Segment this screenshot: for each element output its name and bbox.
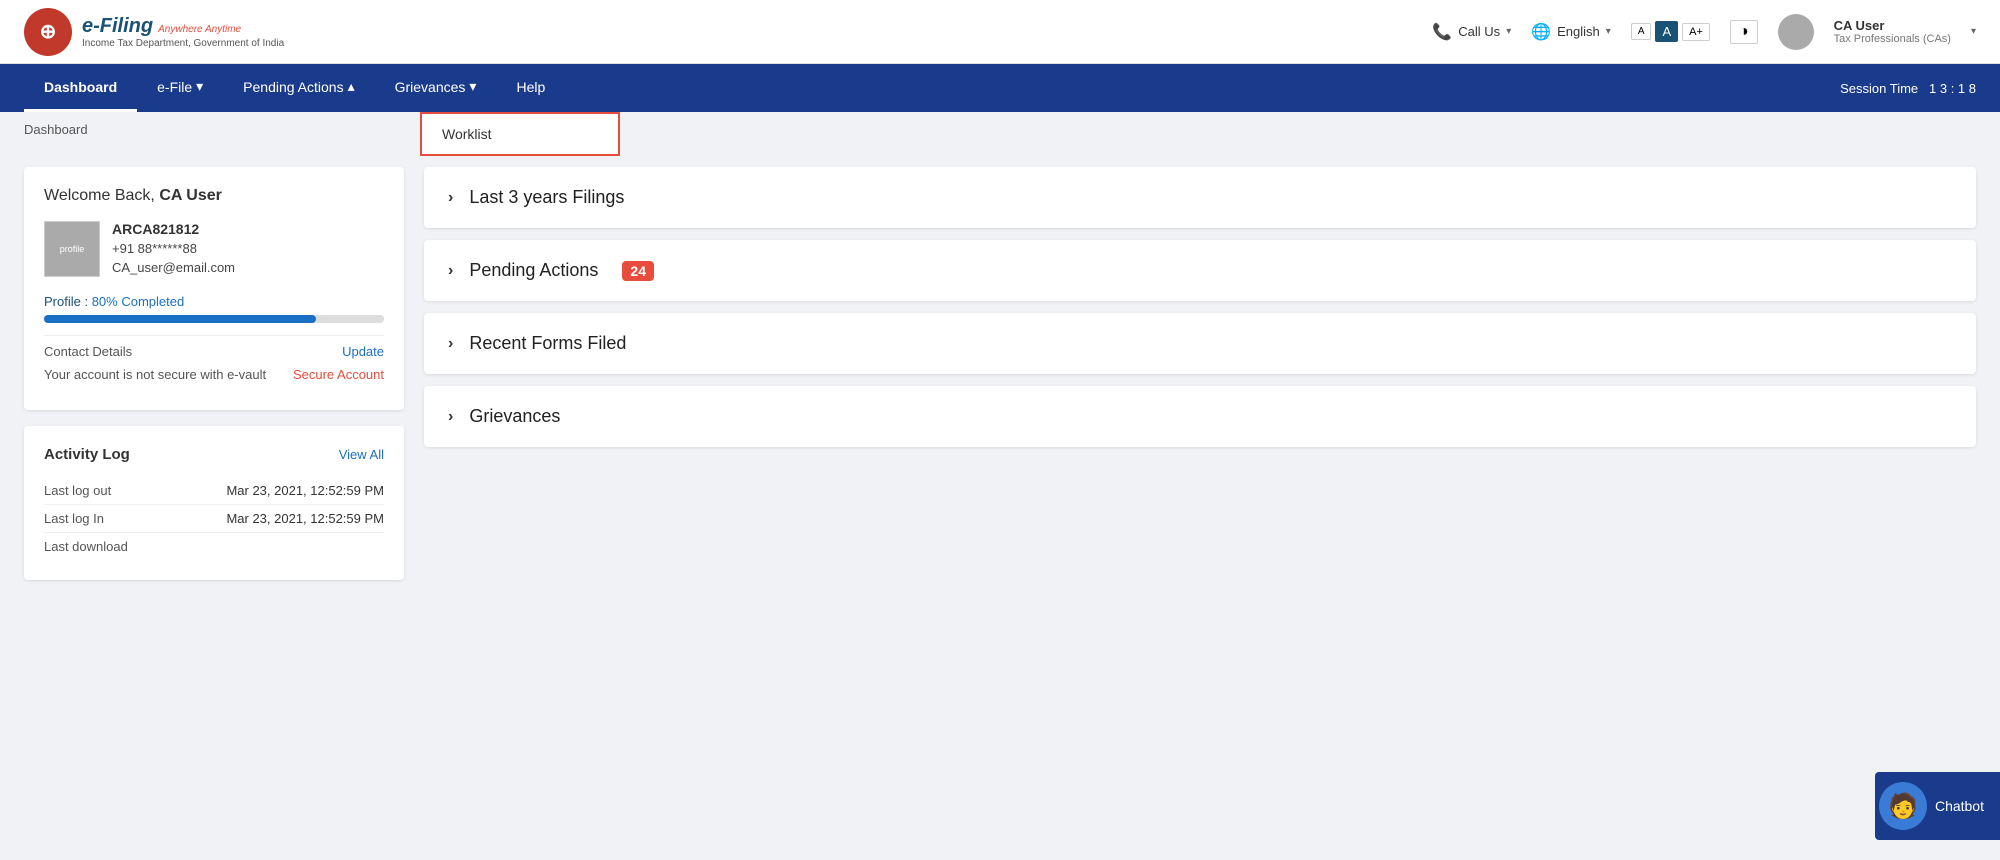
language-chevron: ▾ [1606, 26, 1611, 37]
logo-area: ⊕ e-Filing Anywhere Anytime Income Tax D… [24, 8, 284, 56]
accordion-grievances[interactable]: › Grievances [424, 386, 1976, 447]
accordion-chevron-3: › [448, 408, 453, 426]
top-bar: ⊕ e-Filing Anywhere Anytime Income Tax D… [0, 0, 2000, 64]
secure-account-link[interactable]: Secure Account [293, 367, 384, 382]
welcome-title: Welcome Back, CA User [44, 187, 384, 205]
call-us-chevron: ▾ [1506, 26, 1511, 37]
profile-row: profile ARCA821812 +91 88******88 CA_use… [44, 221, 384, 277]
logo-efiling: e-Filing Anywhere Anytime [82, 15, 284, 38]
view-all-link[interactable]: View All [339, 447, 384, 462]
grievances-chevron: ▾ [469, 78, 476, 95]
activity-row-login: Last log In Mar 23, 2021, 12:52:59 PM [44, 505, 384, 533]
font-controls: A A A+ [1631, 21, 1710, 42]
profile-details: ARCA821812 +91 88******88 CA_user@email.… [112, 221, 235, 275]
logo-subtitle: Income Tax Department, Government of Ind… [82, 38, 284, 49]
nav-left: Dashboard e-File ▾ Pending Actions ▴ Gri… [24, 64, 565, 112]
accordion-last3years[interactable]: › Last 3 years Filings [424, 167, 1976, 228]
accordion-chevron-0: › [448, 189, 453, 207]
efile-chevron: ▾ [196, 78, 203, 95]
language-selector[interactable]: 🌐 English ▾ [1531, 22, 1611, 42]
nav-item-efile[interactable]: e-File ▾ [137, 64, 223, 112]
activity-row-download: Last download [44, 533, 384, 560]
worklist-dropdown[interactable]: Worklist [420, 112, 620, 156]
user-info: CA User Tax Professionals (CAs) [1834, 18, 1951, 45]
nav-item-grievances[interactable]: Grievances ▾ [375, 64, 497, 112]
accordion-chevron-2: › [448, 335, 453, 353]
top-bar-right: 📞 Call Us ▾ 🌐 English ▾ A A A+ ◑ CA User… [1432, 14, 1976, 50]
activity-row-logout: Last log out Mar 23, 2021, 12:52:59 PM [44, 477, 384, 505]
accordion-pending-actions[interactable]: › Pending Actions 24 [424, 240, 1976, 301]
pending-chevron: ▴ [348, 78, 355, 95]
session-time: Session Time 1 3 : 1 8 [1840, 81, 1976, 96]
profile-phone: +91 88******88 [112, 241, 235, 256]
phone-icon: 📞 [1432, 22, 1452, 42]
welcome-card: Welcome Back, CA User profile ARCA821812… [24, 167, 404, 410]
accordion-recent-forms[interactable]: › Recent Forms Filed [424, 313, 1976, 374]
security-row: Your account is not secure with e-vault … [44, 367, 384, 382]
profile-email: CA_user@email.com [112, 260, 235, 275]
progress-bar-fill [44, 315, 316, 323]
call-us-button[interactable]: 📞 Call Us ▾ [1432, 22, 1511, 42]
progress-bar-bg [44, 315, 384, 323]
font-large-button[interactable]: A+ [1682, 23, 1710, 41]
accordion-chevron-1: › [448, 262, 453, 280]
update-link[interactable]: Update [342, 344, 384, 359]
profile-completion: Profile : 80% Completed [44, 293, 384, 323]
activity-header: Activity Log View All [44, 446, 384, 463]
pending-actions-badge: 24 [622, 261, 654, 281]
contrast-button[interactable]: ◑ [1730, 20, 1758, 44]
activity-title: Activity Log [44, 446, 130, 463]
font-small-button[interactable]: A [1631, 23, 1652, 40]
logo-emblem: ⊕ [24, 8, 72, 56]
nav-bar: Dashboard e-File ▾ Pending Actions ▴ Gri… [0, 64, 2000, 112]
profile-id: ARCA821812 [112, 221, 235, 237]
globe-icon: 🌐 [1531, 22, 1551, 42]
activity-card: Activity Log View All Last log out Mar 2… [24, 426, 404, 580]
nav-item-help[interactable]: Help [496, 64, 565, 112]
profile-image: profile [44, 221, 100, 277]
breadcrumb: Dashboard [0, 112, 2000, 147]
avatar [1778, 14, 1814, 50]
font-medium-button[interactable]: A [1655, 21, 1678, 42]
chatbot-button[interactable]: 🧑 Chatbot [1875, 772, 2000, 840]
chatbot-avatar: 🧑 [1879, 782, 1927, 830]
nav-item-dashboard[interactable]: Dashboard [24, 64, 137, 112]
left-panel: Welcome Back, CA User profile ARCA821812… [24, 167, 404, 580]
user-chevron[interactable]: ▾ [1971, 26, 1976, 37]
nav-item-pending-actions[interactable]: Pending Actions ▴ [223, 64, 374, 112]
contact-details-row: Contact Details Update [44, 344, 384, 359]
right-panel: › Last 3 years Filings › Pending Actions… [424, 167, 1976, 580]
main-content: Welcome Back, CA User profile ARCA821812… [0, 147, 2000, 600]
logo-text: e-Filing Anywhere Anytime Income Tax Dep… [82, 15, 284, 49]
